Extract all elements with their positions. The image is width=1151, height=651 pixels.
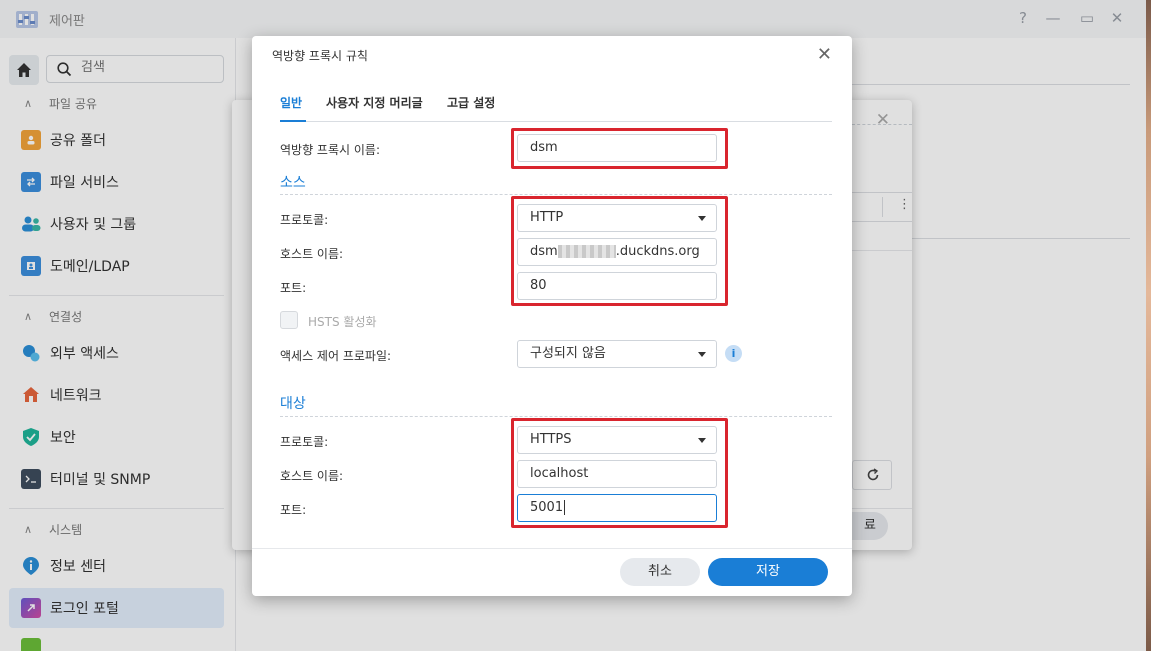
- acl-profile-select[interactable]: 구성되지 않음: [517, 340, 717, 368]
- save-button[interactable]: 저장: [708, 558, 828, 586]
- source-hostname-label: 호스트 이름:: [280, 247, 344, 261]
- info-icon[interactable]: i: [725, 345, 742, 362]
- proxy-name-label: 역방향 프록시 이름:: [280, 143, 380, 157]
- close-icon[interactable]: ✕: [817, 44, 832, 65]
- desktop-background: [1146, 0, 1151, 651]
- tab-custom-header[interactable]: 사용자 지정 머리글: [326, 94, 423, 111]
- cancel-button[interactable]: 취소: [620, 558, 700, 586]
- source-port-label: 포트:: [280, 281, 307, 295]
- footer-divider: [252, 548, 852, 549]
- destination-protocol-label: 프로토콜:: [280, 435, 329, 449]
- reverse-proxy-dialog: 역방향 프록시 규칙 ✕ 일반 사용자 지정 머리글 고급 설정 역방향 프록시…: [252, 36, 852, 596]
- selected-value: 구성되지 않음: [530, 346, 606, 361]
- control-panel-window: 제어판 ? — ▭ ✕ ∧ 파일 공유 공유 폴더: [0, 0, 1146, 651]
- dialog-title: 역방향 프록시 규칙: [272, 49, 368, 63]
- hsts-checkbox[interactable]: [280, 311, 298, 329]
- destination-hostname-label: 호스트 이름:: [280, 469, 344, 483]
- tab-general[interactable]: 일반: [280, 94, 302, 111]
- destination-section-title: 대상: [280, 396, 306, 412]
- tab-bar: 일반 사용자 지정 머리글 고급 설정: [280, 92, 832, 122]
- highlight-box: [511, 418, 728, 528]
- hsts-label: HSTS 활성화: [308, 315, 377, 329]
- dashed-divider: [280, 416, 832, 417]
- acl-profile-label: 액세스 제어 프로파일:: [280, 349, 392, 363]
- source-section-title: 소스: [280, 175, 306, 191]
- tab-advanced-settings[interactable]: 고급 설정: [447, 94, 495, 111]
- source-protocol-label: 프로토콜:: [280, 213, 329, 227]
- highlight-box: [511, 196, 728, 306]
- dashed-divider: [280, 194, 832, 195]
- caret-down-icon: [698, 352, 706, 357]
- active-tab-indicator: [280, 120, 306, 122]
- destination-port-label: 포트:: [280, 503, 307, 517]
- highlight-box: [511, 128, 728, 169]
